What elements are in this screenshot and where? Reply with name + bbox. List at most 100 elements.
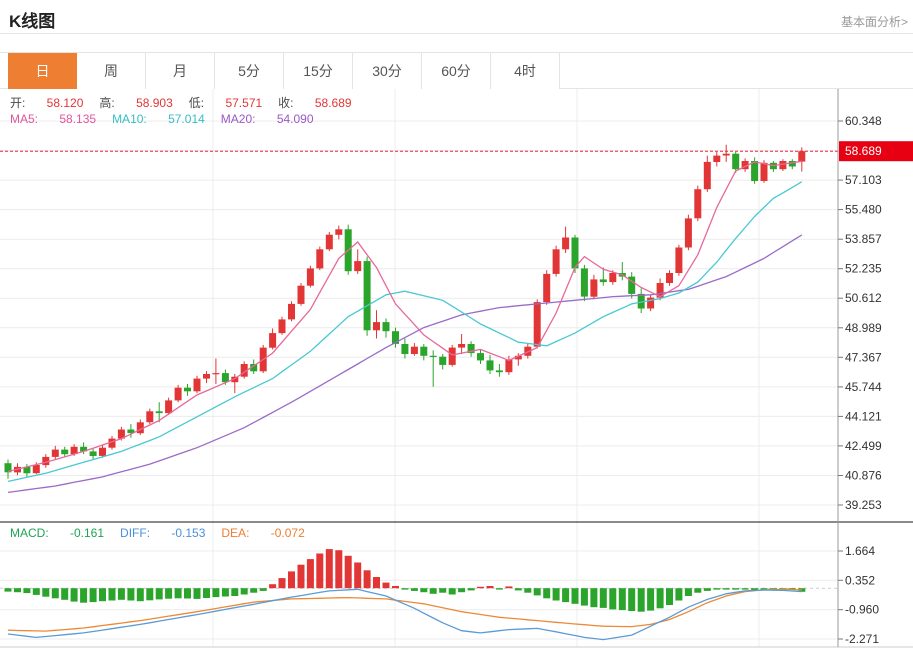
macd-bar xyxy=(533,588,541,596)
macd-bar xyxy=(325,549,333,589)
macd-bar xyxy=(514,588,522,591)
candle-body xyxy=(354,261,362,272)
tab-日[interactable]: 日 xyxy=(8,53,77,89)
candle-body xyxy=(439,356,447,365)
fundamental-analysis-link[interactable]: 基本面分析> xyxy=(841,13,908,30)
candles xyxy=(4,144,806,479)
candle-body xyxy=(505,359,513,373)
macd-bar xyxy=(14,588,21,593)
kline-chart[interactable]: 60.348 57.103 55.480 53.857 52.235 50.612 48.9… xyxy=(0,89,913,649)
macd-bar xyxy=(269,584,277,589)
candle-body xyxy=(495,370,503,373)
tab-周[interactable]: 周 xyxy=(77,53,146,89)
macd-bar xyxy=(316,553,324,589)
candle-body xyxy=(760,162,768,181)
chart-area: 开: 58.120 高: 58.903 低: 57.571 收: 58.689 MA5… xyxy=(0,89,913,649)
candle-body xyxy=(751,161,759,181)
tab-4时[interactable]: 4时 xyxy=(491,53,560,89)
candle-body xyxy=(146,411,154,423)
candle-body xyxy=(590,279,598,297)
macd-bar xyxy=(288,571,295,589)
candle-body xyxy=(297,285,305,304)
candle-body xyxy=(448,347,456,365)
macd-bar xyxy=(373,577,380,589)
axis-label: 44.121 xyxy=(845,409,882,423)
page-header: K线图 基本面分析> xyxy=(0,0,913,34)
timeframe-tabs: 日周月 5分 15分 30分 60分 4时 xyxy=(0,52,913,89)
tab-15分[interactable]: 15分 xyxy=(284,53,353,89)
macd-bar xyxy=(165,588,173,599)
candle-body xyxy=(221,373,229,383)
candle-body xyxy=(335,229,343,235)
macd-bar xyxy=(486,586,494,589)
macd-bar xyxy=(354,562,362,589)
ma5-line xyxy=(7,160,802,473)
macd-bar xyxy=(80,588,88,603)
candle-body xyxy=(703,161,711,190)
candle-body xyxy=(401,344,409,354)
candle-body xyxy=(684,218,692,248)
candle-body xyxy=(420,346,428,356)
macd-bar xyxy=(212,588,220,598)
macd-bar xyxy=(666,588,673,605)
candle-body xyxy=(609,273,617,283)
candle-body xyxy=(51,449,59,457)
candle-body xyxy=(99,447,106,456)
candle-body xyxy=(477,353,484,361)
macd-bar xyxy=(297,564,305,589)
candle-body xyxy=(203,374,210,379)
macd-bar xyxy=(344,555,352,589)
tab-5分[interactable]: 5分 xyxy=(215,53,284,89)
macd-bar xyxy=(590,588,598,608)
macd-bar xyxy=(306,559,314,589)
candle-body xyxy=(666,273,673,283)
macd-bar xyxy=(694,588,702,593)
axis-label: 53.857 xyxy=(845,232,882,246)
macd-bar xyxy=(552,588,560,601)
macd-bar xyxy=(61,588,69,600)
macd-bar xyxy=(278,578,286,589)
macd-bar xyxy=(580,588,588,606)
macd-bar xyxy=(382,582,390,589)
macd-bar xyxy=(193,588,201,599)
candle-body xyxy=(373,322,380,331)
candle-body xyxy=(552,249,560,274)
axis-label: 48.989 xyxy=(845,321,882,335)
candle-body xyxy=(562,237,570,250)
macd-bar xyxy=(51,588,59,599)
macd-bar xyxy=(99,588,106,602)
macd-bar xyxy=(637,588,645,612)
axis-label: 57.103 xyxy=(845,173,882,187)
axis-label: 60.348 xyxy=(845,114,882,128)
axis-label: 47.367 xyxy=(845,350,882,364)
candle-body xyxy=(212,373,220,375)
macd-bar xyxy=(458,588,466,593)
candle-body xyxy=(363,261,371,331)
macd-bar xyxy=(363,570,371,589)
macd-bar xyxy=(703,588,711,591)
candle-body xyxy=(798,151,806,162)
macd-bar xyxy=(571,588,579,604)
last-price-tag: 58.689 xyxy=(839,141,913,162)
candle-body xyxy=(288,303,295,320)
macd-bar xyxy=(732,588,740,590)
macd-bar xyxy=(117,588,125,600)
tab-月[interactable]: 月 xyxy=(146,53,215,89)
axis-label: 1.664 xyxy=(845,544,875,558)
candle-body xyxy=(193,378,201,392)
macd-bar xyxy=(410,588,418,591)
macd-bar xyxy=(108,588,116,601)
tab-30分[interactable]: 30分 xyxy=(353,53,422,89)
candle-body xyxy=(694,189,702,219)
macd-bar xyxy=(477,586,484,589)
candle-body xyxy=(382,322,390,332)
tab-60分[interactable]: 60分 xyxy=(422,53,491,89)
macd-bar xyxy=(448,588,456,595)
candle-body xyxy=(458,344,466,348)
macd-bar xyxy=(562,588,570,603)
candle-body xyxy=(155,411,163,414)
macd-bar xyxy=(174,588,182,599)
candle-body xyxy=(722,153,730,156)
candle-body xyxy=(306,268,314,286)
axis-label: -0.960 xyxy=(845,603,879,617)
